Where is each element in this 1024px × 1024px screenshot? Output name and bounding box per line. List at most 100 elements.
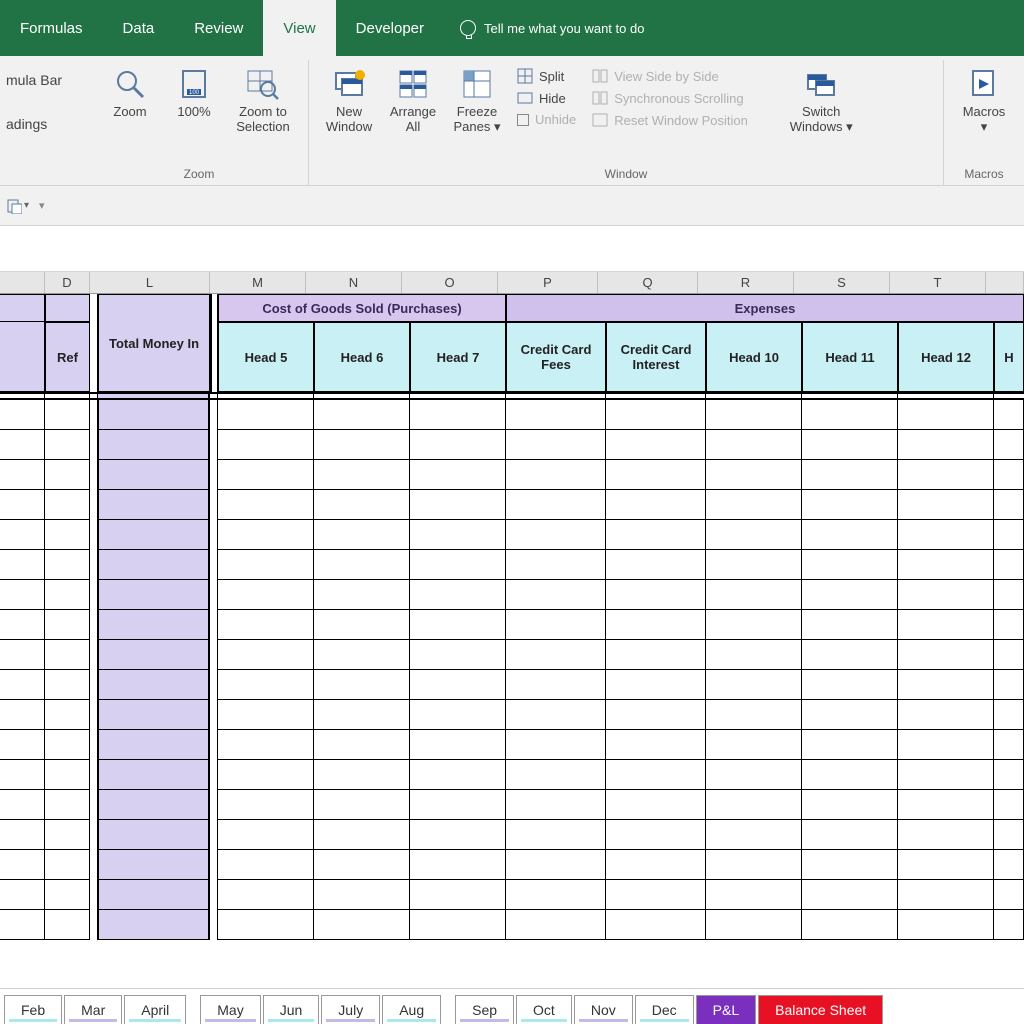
sheet-tab[interactable]: May — [200, 995, 260, 1024]
sheet-tab[interactable]: Nov — [574, 995, 633, 1024]
side-by-side-label: View Side by Side — [614, 69, 719, 84]
zoom-100-button[interactable]: 100 100% — [162, 64, 226, 119]
lightbulb-icon — [460, 20, 476, 36]
formula-bar-checkbox-cut[interactable]: mula Bar — [0, 68, 90, 92]
sheet-tab-label: July — [338, 1002, 363, 1018]
sheet-tab[interactable]: Aug — [382, 995, 441, 1024]
macros-button[interactable]: Macros▾ — [952, 64, 1016, 135]
arrange-all-button[interactable]: Arrange All — [381, 64, 445, 134]
sheet-tab-label: Balance Sheet — [775, 1002, 866, 1018]
cogs-section-title: Cost of Goods Sold (Purchases) — [218, 294, 506, 322]
sync-scroll-icon — [592, 90, 608, 106]
col-header[interactable]: L — [90, 272, 210, 293]
svg-text:100: 100 — [189, 90, 200, 96]
new-window-icon — [331, 66, 367, 102]
new-window-label: New Window — [326, 104, 372, 134]
col-header[interactable]: M — [210, 272, 306, 293]
expense-head: Head 11 — [802, 322, 898, 392]
col-header[interactable]: P — [498, 272, 598, 293]
sheet-tab-label: Sep — [472, 1002, 497, 1018]
cogs-head: Head 6 — [314, 322, 410, 392]
switch-windows-button[interactable]: Switch Windows ▾ — [784, 64, 858, 135]
qat-customize[interactable]: ▾ — [39, 199, 45, 212]
spreadsheet-grid[interactable]: Ref Total Money In Cost of Goods Sold (P… — [0, 294, 1024, 940]
magnifier-grid-icon — [245, 66, 281, 102]
freeze-panes-button[interactable]: Freeze Panes ▾ — [445, 64, 509, 135]
hide-label: Hide — [539, 91, 566, 106]
sheet-100-icon: 100 — [176, 66, 212, 102]
sheet-tab-label: Mar — [81, 1002, 105, 1018]
expense-head: Head 12 — [898, 322, 994, 392]
reset-position-button: Reset Window Position — [590, 110, 778, 130]
zoom-button[interactable]: Zoom — [98, 64, 162, 119]
tell-me-search[interactable]: Tell me what you want to do — [444, 0, 660, 56]
zoom-selection-button[interactable]: Zoom to Selection — [226, 64, 300, 134]
cogs-head: Head 7 — [410, 322, 506, 392]
unhide-icon — [517, 114, 529, 126]
formula-bar-area — [0, 226, 1024, 272]
unhide-button: Unhide — [515, 110, 578, 129]
sheet-tabs: Feb Mar April May Jun July Aug Sep Oct N… — [0, 988, 1024, 1024]
headings-checkbox-cut[interactable]: adings — [0, 112, 90, 136]
col-header[interactable]: D — [45, 272, 90, 293]
side-by-side-button: View Side by Side — [590, 66, 778, 86]
freeze-panes-icon — [459, 66, 495, 102]
expense-head: Head 10 — [706, 322, 802, 392]
side-by-side-icon — [592, 68, 608, 84]
col-header[interactable]: N — [306, 272, 402, 293]
qat-item[interactable]: ▾ — [6, 198, 29, 214]
sheet-tab[interactable]: Oct — [516, 995, 572, 1024]
zoom-100-label: 100% — [177, 104, 210, 119]
new-window-button[interactable]: New Window — [317, 64, 381, 134]
col-header[interactable]: T — [890, 272, 986, 293]
data-rows[interactable] — [0, 400, 1024, 940]
sheet-tab[interactable]: Sep — [455, 995, 514, 1024]
sheet-tab[interactable]: Dec — [635, 995, 694, 1024]
sheet-tab[interactable]: P&L — [696, 995, 756, 1024]
ribbon-show-group-cut: mula Bar adings — [0, 60, 90, 185]
tab-formulas[interactable]: Formulas — [0, 0, 103, 56]
magnifier-icon — [112, 66, 148, 102]
ref-header: Ref — [45, 322, 90, 392]
ribbon-group-zoom: Zoom 100 100% Zoom to Selection Zoom — [90, 60, 309, 185]
sheet-tab[interactable]: Jun — [263, 995, 320, 1024]
sheet-tab-label: Jun — [280, 1002, 303, 1018]
tab-review[interactable]: Review — [174, 0, 263, 56]
zoom-selection-label: Zoom to Selection — [236, 104, 289, 134]
sheet-tab[interactable]: April — [124, 995, 186, 1024]
column-headers: D L M N O P Q R S T — [0, 272, 1024, 294]
sync-scrolling-label: Synchronous Scrolling — [614, 91, 743, 106]
col-header[interactable]: R — [698, 272, 794, 293]
sheet-tab-label: P&L — [713, 1002, 739, 1018]
hide-icon — [517, 90, 533, 106]
hide-button[interactable]: Hide — [515, 88, 578, 108]
sheet-tab[interactable]: July — [321, 995, 380, 1024]
sheet-tab[interactable]: Feb — [4, 995, 62, 1024]
expense-head: Credit Card Fees — [506, 322, 606, 392]
tab-view[interactable]: View — [263, 0, 335, 56]
split-button[interactable]: Split — [515, 66, 578, 86]
unhide-label: Unhide — [535, 112, 576, 127]
tab-developer[interactable]: Developer — [336, 0, 444, 56]
expense-head: Credit Card Interest — [606, 322, 706, 392]
col-header[interactable]: S — [794, 272, 890, 293]
ribbon-tabs: Formulas Data Review View Developer Tell… — [0, 0, 1024, 56]
split-icon — [517, 68, 533, 84]
group-label-macros: Macros — [952, 165, 1016, 185]
tab-data[interactable]: Data — [103, 0, 175, 56]
macros-icon — [966, 66, 1002, 102]
sheet-tab[interactable]: Balance Sheet — [758, 995, 883, 1024]
sheet-tab-label: Feb — [21, 1002, 45, 1018]
sheet-tab[interactable]: Mar — [64, 995, 122, 1024]
cogs-head: Head 5 — [218, 322, 314, 392]
freeze-panes-label: Freeze Panes ▾ — [453, 104, 500, 135]
col-header[interactable]: O — [402, 272, 498, 293]
switch-windows-label: Switch Windows ▾ — [790, 104, 853, 135]
expense-head: H — [994, 322, 1024, 392]
sheet-tab-label: Nov — [591, 1002, 616, 1018]
sheet-tab-label: May — [217, 1002, 243, 1018]
group-label-window: Window — [317, 165, 935, 185]
split-label: Split — [539, 69, 564, 84]
sheet-tab-label: Aug — [399, 1002, 424, 1018]
col-header[interactable]: Q — [598, 272, 698, 293]
